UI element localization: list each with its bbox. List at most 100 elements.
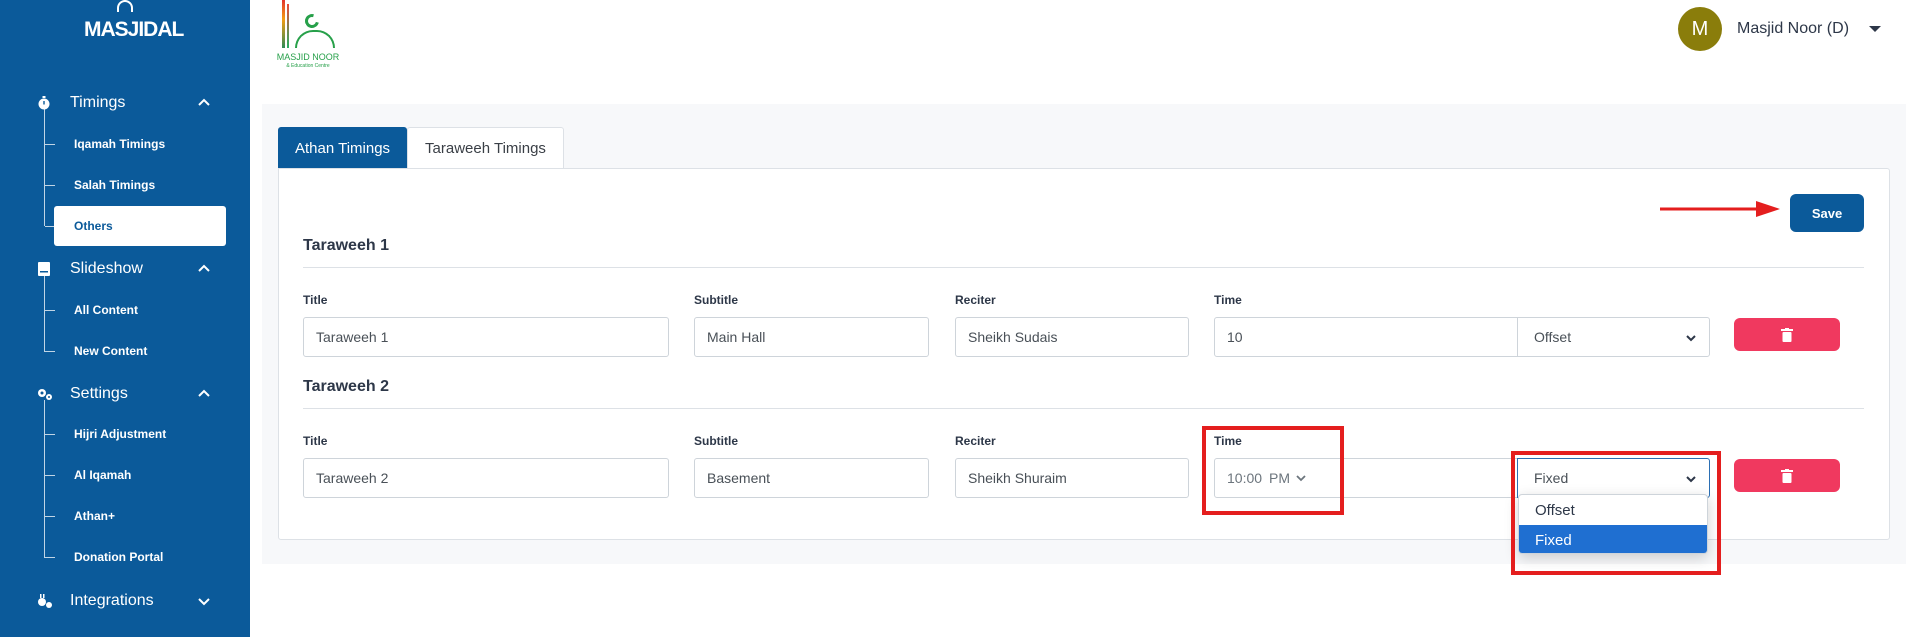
sidebar-item-athan-plus[interactable]: Athan+ (45, 496, 226, 536)
logo-text: MASJID NOOR (276, 52, 340, 62)
avatar: M (1678, 7, 1722, 51)
dropdown-option-fixed[interactable]: Fixed (1519, 525, 1707, 553)
mosque-dome-icon (117, 0, 133, 12)
user-name: Masjid Noor (D) (1737, 20, 1850, 37)
delete-button[interactable] (1734, 459, 1840, 492)
title-label: Title (303, 293, 328, 307)
mode-dropdown-list: Offset Fixed (1518, 494, 1708, 554)
time-picker-input[interactable]: 10 : 00 PM (1214, 458, 1518, 498)
sidebar-item-label: Athan+ (74, 509, 116, 523)
sidebar-item-al-iqamah[interactable]: Al Iqamah (45, 455, 226, 495)
time-mode-select[interactable]: Fixed (1517, 458, 1710, 498)
tree-tick (45, 475, 55, 476)
sidebar-item-new-content[interactable]: New Content (45, 331, 226, 371)
chevron-up-icon[interactable] (196, 261, 212, 277)
sidebar: MASJIDAL Timings Iqamah Timings Salah Ti… (0, 0, 250, 637)
time-label: Time (1214, 434, 1242, 448)
sidebar-item-label: Iqamah Timings (74, 137, 166, 151)
tree-line (44, 400, 45, 558)
tree-tick (45, 516, 55, 517)
user-menu[interactable]: M Masjid Noor (D) (1678, 6, 1882, 52)
nav-section-settings[interactable]: Settings (36, 379, 216, 409)
title-label: Title (303, 434, 328, 448)
sidebar-item-label: Salah Timings (74, 178, 156, 192)
tree-line (44, 276, 45, 352)
nav-section-integrations[interactable]: Integrations (36, 586, 216, 616)
time-mode-select[interactable]: Offset (1517, 317, 1710, 357)
subtitle-label: Subtitle (694, 293, 738, 307)
chevron-down-icon (1686, 335, 1696, 342)
title-input[interactable] (303, 317, 669, 357)
select-value: Fixed (1534, 470, 1569, 486)
tree-tick (45, 434, 55, 435)
section-title-taraweeh-1: Taraweeh 1 (303, 237, 389, 254)
time-label: Time (1214, 293, 1242, 307)
subtitle-label: Subtitle (694, 434, 738, 448)
chevron-down-icon[interactable] (196, 593, 212, 609)
section-title-taraweeh-2: Taraweeh 2 (303, 378, 389, 395)
tab-athan-timings[interactable]: Athan Timings (278, 127, 408, 169)
time-minute[interactable]: 00 (1246, 470, 1262, 486)
section-divider (303, 267, 1864, 268)
sidebar-item-salah-timings[interactable]: Salah Timings (45, 165, 226, 205)
chevron-down-icon[interactable] (1296, 474, 1306, 482)
chevron-down-icon (1686, 476, 1696, 483)
dome-graphic (295, 30, 335, 48)
crescent-icon (302, 11, 322, 31)
minaret-graphic (287, 4, 289, 48)
slides-icon (36, 261, 52, 277)
tree-tick (45, 310, 55, 311)
minaret-graphic (282, 0, 285, 48)
tab-taraweeh-timings[interactable]: Taraweeh Timings (407, 127, 564, 169)
sidebar-item-all-content[interactable]: All Content (45, 290, 226, 330)
reciter-input[interactable] (955, 317, 1189, 357)
trash-icon (1781, 468, 1793, 483)
sidebar-item-iqamah-timings[interactable]: Iqamah Timings (45, 124, 226, 164)
nav-section-label: Settings (70, 385, 128, 402)
caret-down-icon[interactable] (1869, 26, 1882, 32)
nav-section-label: Integrations (70, 592, 154, 609)
sidebar-item-label: Hijri Adjustment (74, 427, 167, 441)
logo-subtext: & Education Centre (286, 63, 330, 69)
tree-line (44, 108, 45, 226)
subtitle-input[interactable] (694, 458, 929, 498)
tree-tick (45, 226, 55, 227)
section-divider (303, 408, 1864, 409)
app-root: MASJIDAL Timings Iqamah Timings Salah Ti… (0, 0, 1906, 637)
brand-name: MASJIDAL (84, 18, 184, 41)
tree-tick (45, 557, 55, 558)
brand-logo[interactable]: MASJIDAL (84, 0, 184, 52)
trash-icon (1781, 327, 1793, 342)
sidebar-item-donation-portal[interactable]: Donation Portal (45, 537, 226, 577)
reciter-label: Reciter (955, 293, 996, 307)
sidebar-item-label: All Content (74, 303, 138, 317)
annotation-arrow (1660, 201, 1780, 217)
tree-tick (45, 144, 55, 145)
title-input[interactable] (303, 458, 669, 498)
tree-tick (45, 185, 55, 186)
plug-icon (36, 593, 52, 609)
sidebar-item-others[interactable]: Others (45, 206, 226, 246)
reciter-label: Reciter (955, 434, 996, 448)
sidebar-item-label: New Content (74, 344, 148, 358)
sidebar-item-label: Al Iqamah (74, 468, 132, 482)
subtitle-input[interactable] (694, 317, 929, 357)
chevron-up-icon[interactable] (196, 386, 212, 402)
time-offset-input[interactable] (1214, 317, 1518, 357)
tree-tick (45, 351, 55, 352)
dropdown-option-offset[interactable]: Offset (1519, 495, 1707, 525)
delete-button[interactable] (1734, 318, 1840, 351)
chevron-up-icon[interactable] (196, 95, 212, 111)
sidebar-item-label: Others (74, 219, 113, 233)
save-button[interactable]: Save (1790, 194, 1864, 232)
sidebar-item-hijri-adjustment[interactable]: Hijri Adjustment (45, 414, 226, 454)
nav-section-slideshow[interactable]: Slideshow (36, 254, 216, 284)
reciter-input[interactable] (955, 458, 1189, 498)
nav-section-label: Slideshow (70, 260, 143, 277)
time-ampm[interactable]: PM (1269, 470, 1290, 486)
nav-section-timings[interactable]: Timings (36, 88, 216, 118)
sidebar-item-label: Donation Portal (74, 550, 164, 564)
nav-section-label: Timings (70, 94, 126, 111)
masjid-logo: MASJID NOOR & Education Centre (275, 0, 341, 72)
time-hour[interactable]: 10 (1227, 470, 1243, 486)
